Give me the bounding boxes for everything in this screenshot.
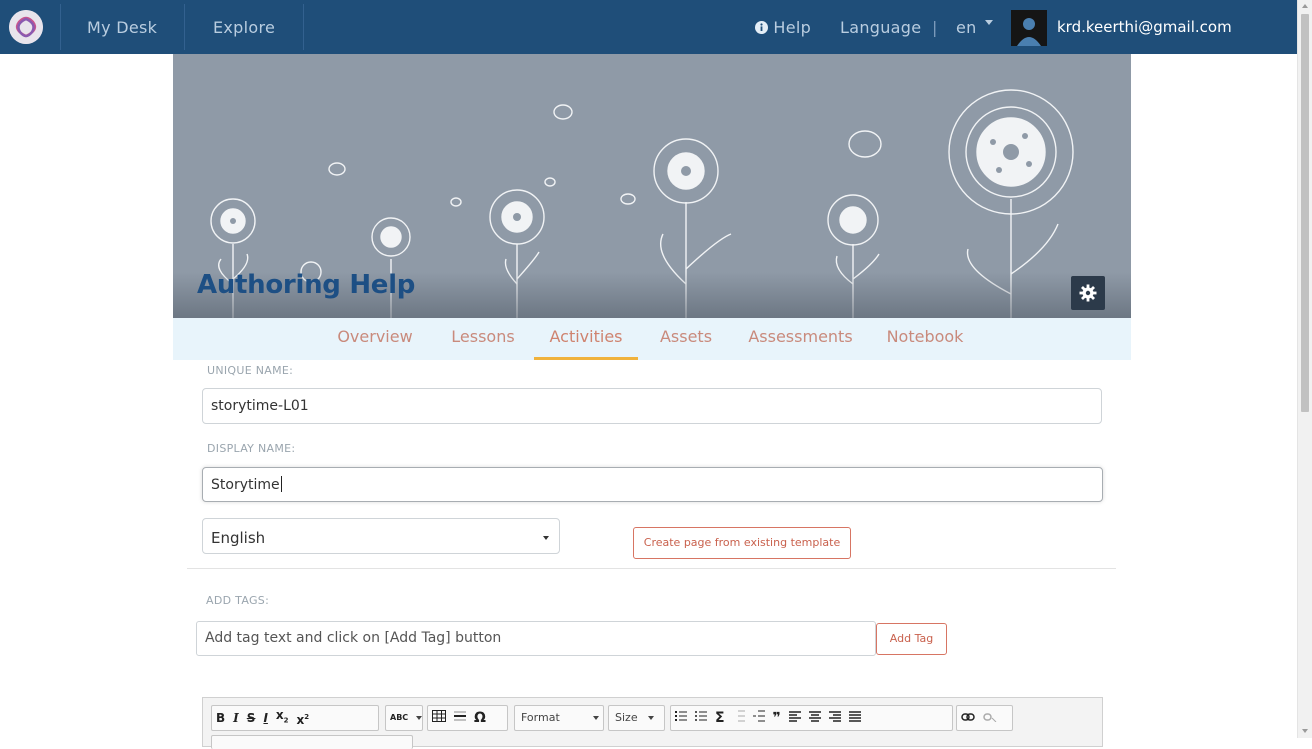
horizontal-line-icon[interactable] [450,706,470,730]
display-name-label: DISPLAY NAME: [207,442,296,455]
tab-bar: Overview Lessons Activities Assets Asses… [173,318,1131,360]
spellcheck-icon[interactable]: ABC [386,706,412,730]
tab-activities[interactable]: Activities [534,318,638,360]
create-from-template-button[interactable]: Create page from existing template [633,527,851,559]
tab-assets[interactable]: Assets [651,318,721,360]
table-icon[interactable] [428,706,450,730]
section-divider [187,568,1116,569]
toolbar-paragraph: Σ ❞ [670,705,953,731]
language-select[interactable]: English [202,518,560,554]
gear-icon [1079,284,1097,302]
language-separator: | [932,18,938,37]
remove-format-icon[interactable]: I [259,706,271,730]
nav-divider [303,4,304,50]
nav-explore[interactable]: Explore [213,0,275,54]
rich-text-editor: B I S I x2 x2 ABC Ω Format Size Σ ❞ [202,697,1103,749]
user-email[interactable]: krd.keerthi@gmail.com [1057,0,1232,54]
sigma-icon[interactable]: Σ [711,706,729,730]
toolbar-second-row [211,735,413,749]
tag-input[interactable]: Add tag text and click on [Add Tag] butt… [196,621,876,656]
toolbar-insert: Ω [427,705,508,731]
italic-icon[interactable]: I [229,706,243,730]
scroll-up-arrow-icon[interactable] [1302,4,1308,8]
text-cursor [280,476,282,492]
toolbar-links [956,705,1013,731]
outdent-icon[interactable] [729,706,749,730]
unique-name-input[interactable]: storytime-L01 [202,388,1102,424]
language-dropdown[interactable]: en [956,0,977,54]
format-dropdown-label: Format [521,711,560,724]
toolbar-spellcheck: ABC [385,705,423,731]
bulleted-list-icon[interactable] [691,706,711,730]
display-name-value: Storytime [211,477,280,493]
info-icon [755,21,768,34]
page-title: Authoring Help [197,270,416,300]
top-navbar: My Desk Explore Help Language | en krd.k… [0,0,1297,54]
display-name-input[interactable]: Storytime [202,467,1103,502]
scroll-thumb[interactable] [1301,14,1309,412]
app-logo[interactable] [9,10,43,44]
align-center-icon[interactable] [805,706,825,730]
settings-button[interactable] [1071,276,1105,310]
caret-down-icon [593,716,599,720]
help-link[interactable]: Help [755,0,811,54]
user-avatar[interactable] [1011,10,1047,46]
bold-icon[interactable]: B [212,706,229,730]
indent-icon[interactable] [749,706,769,730]
align-right-icon[interactable] [825,706,845,730]
scroll-down-arrow-icon[interactable] [1302,729,1308,733]
tab-assessments[interactable]: Assessments [743,318,858,360]
size-dropdown[interactable]: Size [608,705,665,731]
size-dropdown-label: Size [615,711,638,724]
caret-down-icon[interactable] [416,716,423,720]
tab-overview[interactable]: Overview [330,318,420,360]
help-label: Help [773,18,812,37]
add-tags-label: ADD TAGS: [206,594,270,607]
superscript-icon[interactable]: x2 [293,705,314,732]
align-justify-icon[interactable] [845,706,865,730]
subscript-icon[interactable]: x2 [272,703,293,732]
tab-notebook[interactable]: Notebook [880,318,970,360]
caret-down-icon [647,716,654,720]
nav-divider [60,4,61,50]
numbered-list-icon[interactable] [671,706,691,730]
strikethrough-icon[interactable]: S [243,706,260,730]
tab-lessons[interactable]: Lessons [443,318,523,360]
language-label: Language [840,18,922,37]
caret-down-icon[interactable] [985,20,993,25]
caret-down-icon[interactable] [543,536,549,540]
link-icon[interactable] [957,706,979,730]
unique-name-label: UNIQUE NAME: [207,364,294,377]
blockquote-icon[interactable]: ❞ [769,706,785,730]
course-banner: Authoring Help [173,54,1131,318]
add-tag-button[interactable]: Add Tag [876,623,947,655]
special-char-icon[interactable]: Ω [470,706,490,730]
toolbar-basic-styles: B I S I x2 x2 [211,705,379,731]
nav-divider [184,4,185,50]
unlink-icon[interactable] [979,706,1001,730]
nav-my-desk[interactable]: My Desk [87,0,157,54]
page-scrollbar[interactable] [1297,0,1312,738]
format-dropdown[interactable]: Format [514,705,604,731]
align-left-icon[interactable] [785,706,805,730]
